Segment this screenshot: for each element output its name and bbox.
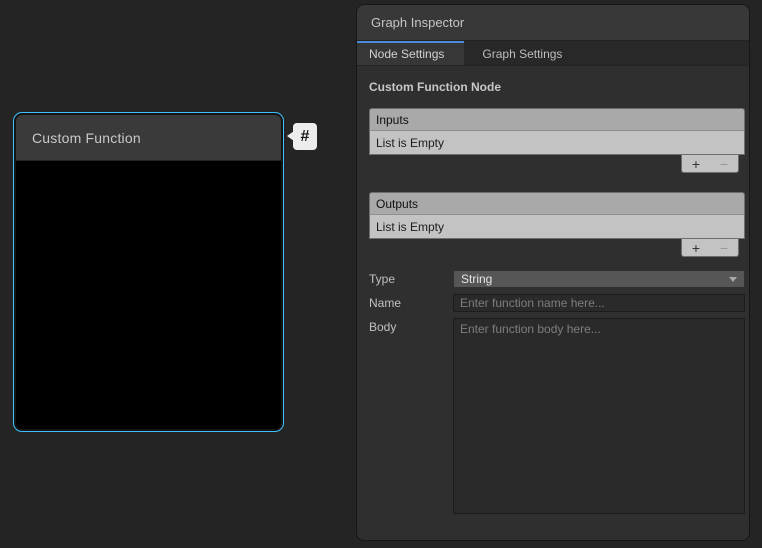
outputs-list-header-label: Outputs <box>376 197 418 211</box>
inputs-list-header-label: Inputs <box>376 113 409 127</box>
body-field-row: Body <box>369 318 745 519</box>
inspector-content: Custom Function Node Inputs List is Empt… <box>357 66 749 519</box>
node-header[interactable]: Custom Function <box>16 115 281 161</box>
inputs-list-header: Inputs <box>369 108 745 130</box>
function-fields: Type String Name Body <box>369 270 745 519</box>
inputs-list-empty-row: List is Empty <box>369 130 745 155</box>
inspector-tab-row: Node Settings Graph Settings <box>357 41 749 66</box>
hash-badge-icon[interactable]: # <box>293 123 317 150</box>
outputs-list-footer: + − <box>681 239 739 257</box>
outputs-empty-label: List is Empty <box>376 220 444 234</box>
node-title: Custom Function <box>32 130 141 146</box>
inspector-title: Graph Inspector <box>371 15 464 30</box>
outputs-list: Outputs List is Empty + − <box>369 192 745 257</box>
function-name-input[interactable] <box>453 294 745 312</box>
name-label: Name <box>369 294 453 310</box>
custom-function-node[interactable]: Custom Function <box>13 112 284 432</box>
function-body-textarea[interactable] <box>453 318 745 514</box>
graph-inspector-panel: Graph Inspector Node Settings Graph Sett… <box>356 4 750 541</box>
graph-canvas[interactable]: Custom Function # Graph Inspector Node S… <box>0 0 762 548</box>
inspector-titlebar[interactable]: Graph Inspector <box>357 5 749 41</box>
tab-node-settings[interactable]: Node Settings <box>357 41 464 65</box>
outputs-list-empty-row: List is Empty <box>369 214 745 239</box>
inputs-list-footerwrap: + − <box>369 155 745 173</box>
node-body <box>16 161 281 429</box>
tab-graph-settings[interactable]: Graph Settings <box>464 41 580 65</box>
node-settings-heading: Custom Function Node <box>369 80 745 94</box>
type-field-row: Type String <box>369 270 745 288</box>
inputs-remove-button[interactable]: − <box>712 157 736 171</box>
type-dropdown[interactable]: String <box>453 270 745 288</box>
outputs-list-header: Outputs <box>369 192 745 214</box>
body-label: Body <box>369 318 453 334</box>
tab-graph-settings-label: Graph Settings <box>482 47 562 61</box>
chevron-down-icon <box>729 277 737 282</box>
outputs-add-button[interactable]: + <box>684 241 708 255</box>
hash-badge-glyph: # <box>301 128 310 146</box>
inputs-empty-label: List is Empty <box>376 136 444 150</box>
outputs-remove-button[interactable]: − <box>712 241 736 255</box>
tab-node-settings-label: Node Settings <box>369 47 444 61</box>
node-box: Custom Function <box>16 115 281 429</box>
outputs-list-footerwrap: + − <box>369 239 745 257</box>
inputs-add-button[interactable]: + <box>684 157 708 171</box>
type-label: Type <box>369 270 453 286</box>
inputs-list-footer: + − <box>681 155 739 173</box>
type-dropdown-value: String <box>461 272 492 286</box>
inputs-list: Inputs List is Empty + − <box>369 108 745 173</box>
name-field-row: Name <box>369 294 745 312</box>
